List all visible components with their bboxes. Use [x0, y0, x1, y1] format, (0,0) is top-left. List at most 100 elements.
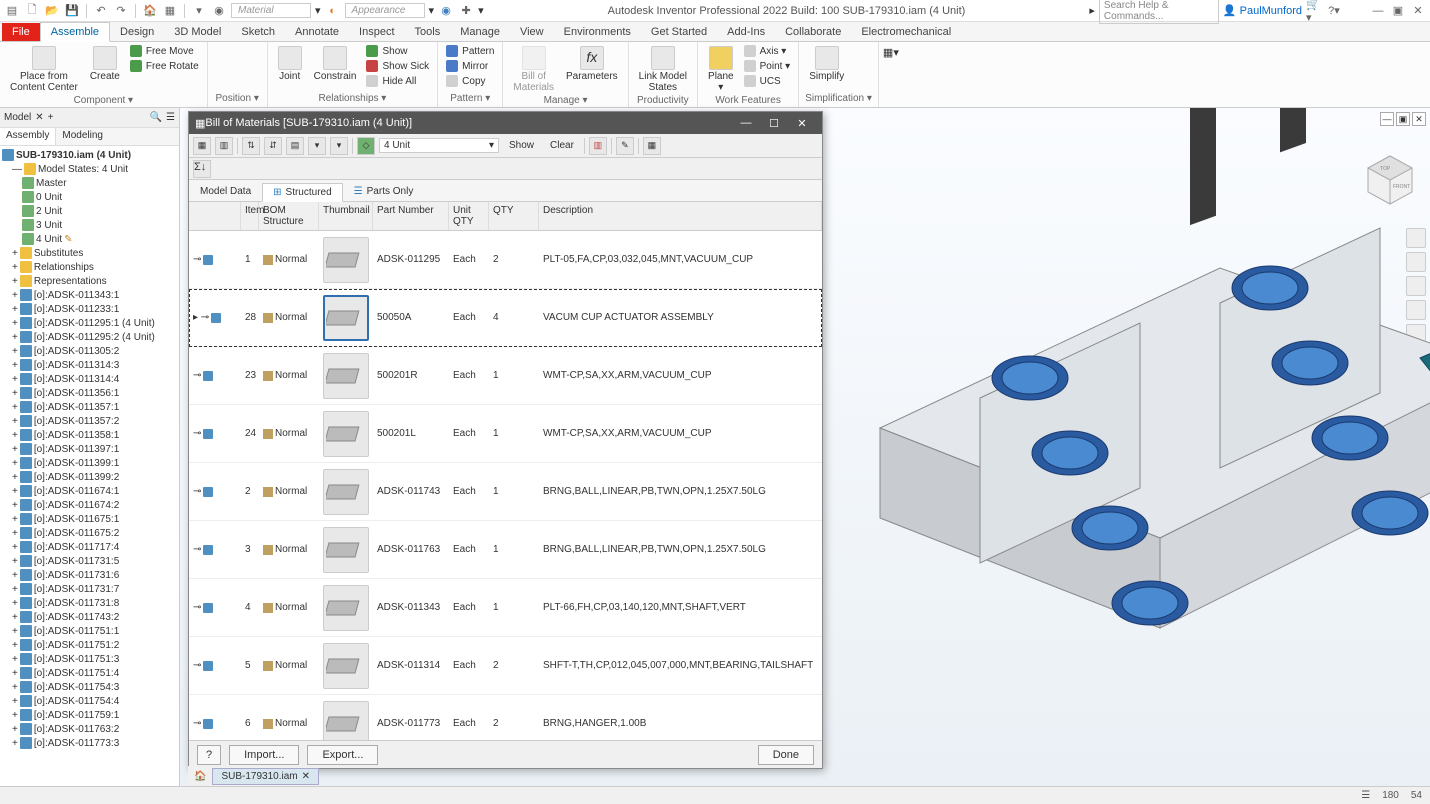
- browser-tab-assembly[interactable]: Assembly: [0, 128, 56, 145]
- ribbon-overflow-icon[interactable]: ▦▾: [883, 46, 899, 59]
- create-button[interactable]: Create: [86, 44, 124, 84]
- col-unit-qty[interactable]: Unit QTY: [449, 202, 489, 230]
- ribbon-group-label[interactable]: Component ▾: [6, 95, 201, 107]
- doc-tab-close-icon[interactable]: ✕: [302, 771, 310, 782]
- ribbon-group-label[interactable]: Pattern ▾: [444, 93, 496, 105]
- measure-icon[interactable]: ✚: [458, 3, 474, 19]
- tree-node[interactable]: + [o]:ADSK-011754:3: [2, 680, 177, 694]
- tree-node[interactable]: + [o]:ADSK-011773:3: [2, 736, 177, 750]
- tab-design[interactable]: Design: [110, 23, 164, 41]
- tree-node[interactable]: SUB-179310.iam (4 Unit): [2, 148, 177, 162]
- tree-node[interactable]: + [o]:ADSK-011751:4: [2, 666, 177, 680]
- tree-node[interactable]: + [o]:ADSK-011759:1: [2, 708, 177, 722]
- bom-import-button[interactable]: Import...: [229, 745, 299, 765]
- browser-search-icon[interactable]: 🔍: [150, 112, 162, 123]
- open-icon[interactable]: 📂: [44, 3, 60, 19]
- tree-node[interactable]: + [o]:ADSK-011399:2: [2, 470, 177, 484]
- tab-environments[interactable]: Environments: [554, 23, 641, 41]
- tab-sketch[interactable]: Sketch: [231, 23, 285, 41]
- tab-manage[interactable]: Manage: [450, 23, 510, 41]
- document-tab[interactable]: SUB-179310.iam✕: [212, 768, 319, 785]
- bom-tool-3[interactable]: ⇅: [242, 137, 260, 155]
- tree-node[interactable]: + [o]:ADSK-011751:2: [2, 638, 177, 652]
- tree-node[interactable]: + [o]:ADSK-011343:1: [2, 288, 177, 302]
- tree-node[interactable]: + [o]:ADSK-011751:3: [2, 652, 177, 666]
- tree-node[interactable]: + Substitutes: [2, 246, 177, 260]
- bom-tool-5[interactable]: ▤: [286, 137, 304, 155]
- material-icon[interactable]: ◉: [211, 3, 227, 19]
- col-part-number[interactable]: Part Number: [373, 202, 449, 230]
- point-button[interactable]: Point ▾: [742, 59, 793, 73]
- doc-home-icon[interactable]: 🏠: [188, 769, 212, 784]
- tab-annotate[interactable]: Annotate: [285, 23, 349, 41]
- tree-node[interactable]: 2 Unit: [2, 204, 177, 218]
- tab-view[interactable]: View: [510, 23, 554, 41]
- bom-tab-structured[interactable]: ⊞Structured: [262, 183, 343, 202]
- tab-assemble[interactable]: Assemble: [40, 22, 110, 42]
- bom-tool-8[interactable]: ▥: [589, 137, 607, 155]
- user-account[interactable]: 👤PaulMunford: [1223, 4, 1302, 17]
- appearance-icon[interactable]: ◐: [325, 3, 341, 19]
- tab-add-ins[interactable]: Add-Ins: [717, 23, 775, 41]
- bom-help-button[interactable]: ?: [197, 745, 221, 765]
- close-icon[interactable]: ✕: [1410, 3, 1426, 19]
- tree-node[interactable]: + [o]:ADSK-011295:1 (4 Unit): [2, 316, 177, 330]
- col-thumbnail[interactable]: Thumbnail: [319, 202, 373, 230]
- ribbon-group-label[interactable]: Position ▾: [214, 93, 261, 105]
- bom-tab-model-data[interactable]: Model Data: [189, 182, 262, 201]
- bom-minimize-icon[interactable]: —: [732, 114, 760, 132]
- minimize-icon[interactable]: —: [1370, 3, 1386, 19]
- constrain-button[interactable]: Constrain: [310, 44, 361, 84]
- app-icon[interactable]: ▤: [4, 3, 20, 19]
- bom-row[interactable]: ⊸3 NormalADSK-011763Each1BRNG,BALL,LINEA…: [189, 521, 822, 579]
- tree-node[interactable]: + [o]:ADSK-011763:2: [2, 722, 177, 736]
- save-icon[interactable]: 💾: [64, 3, 80, 19]
- ribbon-group-label[interactable]: Manage ▾: [509, 95, 621, 107]
- bom-row[interactable]: ⊸4 NormalADSK-011343Each1PLT-66,FH,CP,03…: [189, 579, 822, 637]
- tree-node[interactable]: + [o]:ADSK-011295:2 (4 Unit): [2, 330, 177, 344]
- tree-node[interactable]: 0 Unit: [2, 190, 177, 204]
- status-menu-icon[interactable]: ☰: [1361, 790, 1370, 801]
- help-icon[interactable]: ?▾: [1326, 3, 1342, 19]
- place-from-content-center-button[interactable]: Place from Content Center: [6, 44, 82, 95]
- bom-tool-4[interactable]: ⇵: [264, 137, 282, 155]
- tree-node[interactable]: + [o]:ADSK-011399:1: [2, 456, 177, 470]
- parameters-button[interactable]: fxParameters: [562, 44, 622, 84]
- simplify-button[interactable]: Simplify: [805, 44, 848, 84]
- tab-electromechanical[interactable]: Electromechanical: [851, 23, 961, 41]
- tree-node[interactable]: + [o]:ADSK-011731:7: [2, 582, 177, 596]
- bom-tool-6[interactable]: ▾: [308, 137, 326, 155]
- new-icon[interactable]: 🗋: [24, 3, 40, 19]
- col-item[interactable]: Item: [241, 202, 259, 230]
- tree-node[interactable]: + [o]:ADSK-011675:2: [2, 526, 177, 540]
- tab-tools[interactable]: Tools: [405, 23, 451, 41]
- tree-node[interactable]: + [o]:ADSK-011743:2: [2, 610, 177, 624]
- tree-node[interactable]: Master: [2, 176, 177, 190]
- tree-node[interactable]: + [o]:ADSK-011731:5: [2, 554, 177, 568]
- tree-node[interactable]: + [o]:ADSK-011717:4: [2, 540, 177, 554]
- tree-node[interactable]: + Representations: [2, 274, 177, 288]
- mirror-button[interactable]: Mirror: [444, 59, 496, 73]
- bom-row[interactable]: ⊸2 NormalADSK-011743Each1BRNG,BALL,LINEA…: [189, 463, 822, 521]
- bom-row[interactable]: ▸ ⊸28 Normal50050AEach4VACUM CUP ACTUATO…: [189, 289, 822, 347]
- bom-row[interactable]: ⊸24 Normal500201LEach1WMT-CP,SA,XX,ARM,V…: [189, 405, 822, 463]
- browser-menu-icon[interactable]: ☰: [166, 112, 175, 123]
- plane-button[interactable]: Plane ▾: [704, 44, 738, 95]
- pattern-button[interactable]: Pattern: [444, 44, 496, 58]
- copy-button[interactable]: Copy: [444, 74, 496, 88]
- browser-add-icon[interactable]: +: [48, 112, 54, 123]
- free-rotate-button[interactable]: Free Rotate: [128, 59, 201, 73]
- team-icon[interactable]: ▦: [162, 3, 178, 19]
- tab-get-started[interactable]: Get Started: [641, 23, 717, 41]
- tree-node[interactable]: + [o]:ADSK-011305:2: [2, 344, 177, 358]
- bom-export-button[interactable]: Export...: [307, 745, 378, 765]
- select-icon[interactable]: ▾: [191, 3, 207, 19]
- col-qty[interactable]: QTY: [489, 202, 539, 230]
- tree-node[interactable]: + [o]:ADSK-011357:2: [2, 414, 177, 428]
- show-button[interactable]: Show: [364, 44, 431, 58]
- search-input[interactable]: Search Help & Commands...: [1099, 0, 1219, 24]
- bom-tool-1[interactable]: ▦: [193, 137, 211, 155]
- material-dropdown[interactable]: Material: [231, 3, 311, 18]
- tree-node[interactable]: + [o]:ADSK-011397:1: [2, 442, 177, 456]
- tree-node[interactable]: + [o]:ADSK-011314:4: [2, 372, 177, 386]
